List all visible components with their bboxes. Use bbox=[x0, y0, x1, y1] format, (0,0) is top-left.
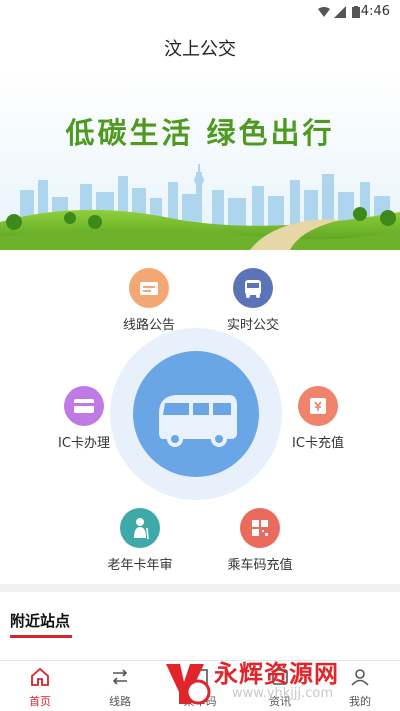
announcement-icon bbox=[129, 268, 169, 308]
qr-code-icon bbox=[240, 508, 280, 548]
status-time: 4:46 bbox=[360, 4, 390, 19]
page-title: 汶上公交 bbox=[164, 39, 236, 60]
senior-card-review-label: 老年卡年审 bbox=[107, 558, 173, 573]
route-notice-label: 线路公告 bbox=[122, 318, 175, 333]
ride-code-recharge-item[interactable]: 乘车码充值 bbox=[200, 508, 320, 573]
watermark-logo-icon bbox=[166, 664, 211, 705]
watermark-text: 永辉资源网 bbox=[214, 660, 339, 688]
battery-icon bbox=[352, 6, 360, 18]
wifi-icon bbox=[318, 7, 330, 17]
status-bar: 4:46 bbox=[0, 0, 400, 24]
card-icon bbox=[64, 386, 104, 426]
banner[interactable]: 低碳生活 绿色出行 bbox=[0, 72, 400, 250]
route-arrows-icon bbox=[112, 669, 128, 685]
ic-card-recharge-label: IC卡充值 bbox=[292, 436, 344, 451]
recharge-icon bbox=[298, 386, 338, 426]
tab-routes-label: 线路 bbox=[109, 695, 131, 708]
route-notice-item[interactable]: 线路公告 bbox=[89, 268, 209, 333]
realtime-bus-item[interactable]: 实时公交 bbox=[193, 268, 313, 333]
watermark-url: www.yhkjjj.com bbox=[232, 686, 334, 701]
realtime-bus-label: 实时公交 bbox=[226, 318, 279, 333]
title-bar: 汶上公交 bbox=[0, 24, 400, 72]
tab-routes[interactable]: 线路 bbox=[80, 661, 160, 711]
function-menu: 线路公告 实时公交 IC卡办理 IC卡充值 老年卡年审 乘车码充值 bbox=[0, 250, 400, 584]
nearby-title-underline bbox=[10, 635, 72, 638]
elderly-person-icon bbox=[120, 508, 160, 548]
banner-image bbox=[0, 72, 400, 250]
nearby-stations-section: 附近站点 bbox=[0, 584, 400, 660]
senior-card-review-item[interactable]: 老年卡年审 bbox=[80, 508, 200, 573]
bus-hub-button[interactable] bbox=[133, 351, 259, 477]
watermark: 永辉资源网 www.yhkjjj.com bbox=[160, 654, 400, 711]
home-icon bbox=[31, 667, 49, 686]
tab-home[interactable]: 首页 bbox=[0, 661, 80, 711]
ic-card-recharge-item[interactable]: IC卡充值 bbox=[258, 386, 378, 451]
banner-slogan: 低碳生活 绿色出行 bbox=[65, 116, 335, 150]
bus-icon bbox=[159, 395, 237, 447]
tab-home-label: 首页 bbox=[29, 695, 51, 708]
nearby-stations-title: 附近站点 bbox=[10, 612, 71, 630]
ic-card-apply-label: IC卡办理 bbox=[58, 436, 110, 451]
ride-code-recharge-label: 乘车码充值 bbox=[227, 558, 293, 573]
signal-icon bbox=[334, 6, 346, 18]
ic-card-apply-item[interactable]: IC卡办理 bbox=[24, 386, 144, 451]
realtime-bus-icon bbox=[233, 268, 273, 308]
